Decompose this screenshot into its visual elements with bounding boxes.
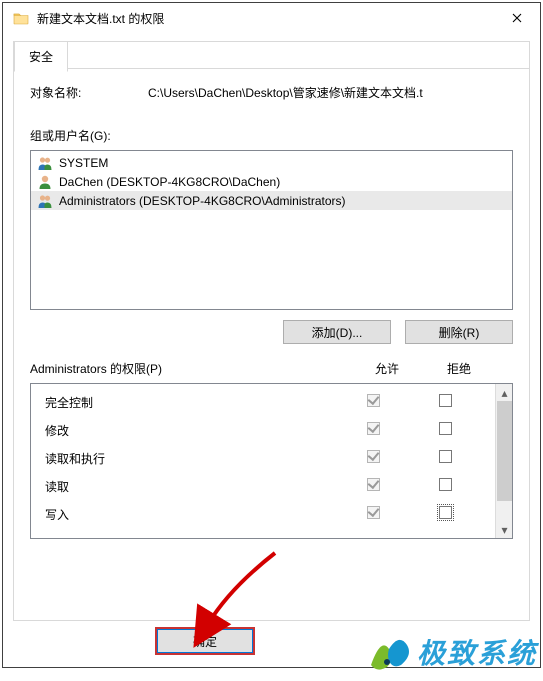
- permissions-title: Administrators 的权限(P): [30, 360, 351, 377]
- scroll-down-icon[interactable]: ▾: [496, 521, 513, 538]
- watermark-text: 极致系统: [417, 632, 537, 672]
- object-name-label: 对象名称:: [30, 84, 148, 101]
- deny-checkbox[interactable]: [439, 506, 452, 519]
- users-icon: [37, 193, 53, 209]
- permission-name: 完全控制: [45, 394, 337, 411]
- permission-name: 读取: [45, 478, 337, 495]
- permissions-header: Administrators 的权限(P) 允许 拒绝: [30, 360, 513, 377]
- permissions-scrollbar[interactable]: ▴ ▾: [495, 384, 512, 538]
- tab-security[interactable]: 安全: [14, 41, 68, 72]
- allow-header: 允许: [351, 360, 423, 377]
- tab-content: 对象名称: C:\Users\DaChen\Desktop\管家速修\新建文本文…: [14, 42, 529, 549]
- deny-header: 拒绝: [423, 360, 495, 377]
- allow-checkbox[interactable]: [367, 422, 380, 435]
- deny-checkbox[interactable]: [439, 422, 452, 435]
- permission-name: 修改: [45, 422, 337, 439]
- watermark-logo-icon: [365, 631, 411, 673]
- allow-checkbox[interactable]: [367, 394, 380, 407]
- users-icon: [37, 155, 53, 171]
- permissions-list: 完全控制修改读取和执行读取写入: [31, 384, 495, 538]
- list-item[interactable]: DaChen (DESKTOP-4KG8CRO\DaChen): [31, 172, 512, 191]
- allow-checkbox[interactable]: [367, 506, 380, 519]
- ok-button[interactable]: 确定: [155, 627, 255, 655]
- list-item[interactable]: SYSTEM: [31, 153, 512, 172]
- permission-row: 完全控制: [31, 388, 495, 416]
- folder-icon: [13, 11, 29, 25]
- close-icon: [512, 13, 522, 23]
- permission-row: 写入: [31, 500, 495, 528]
- scroll-header-spacer: [495, 360, 513, 377]
- groups-label: 组或用户名(G):: [30, 127, 513, 144]
- titlebar: 新建文本文档.txt 的权限: [3, 3, 540, 33]
- deny-checkbox[interactable]: [439, 478, 452, 491]
- permission-row: 读取: [31, 472, 495, 500]
- allow-checkbox[interactable]: [367, 478, 380, 491]
- permission-row: 读取和执行: [31, 444, 495, 472]
- tab-strip-line: [14, 68, 529, 69]
- deny-checkbox[interactable]: [439, 450, 452, 463]
- groups-listbox[interactable]: SYSTEM DaChen (DESKTOP-4KG8CRO\DaChen) Adm…: [30, 150, 513, 310]
- permission-name: 写入: [45, 506, 337, 523]
- client-area: 安全 对象名称: C:\Users\DaChen\Desktop\管家速修\新建…: [3, 33, 540, 667]
- remove-button[interactable]: 删除(R): [405, 320, 513, 344]
- window-title: 新建文本文档.txt 的权限: [37, 10, 494, 27]
- list-item-label: SYSTEM: [59, 156, 108, 170]
- list-item-label: DaChen (DESKTOP-4KG8CRO\DaChen): [59, 175, 280, 189]
- list-item-label: Administrators (DESKTOP-4KG8CRO\Administ…: [59, 194, 346, 208]
- object-name-row: 对象名称: C:\Users\DaChen\Desktop\管家速修\新建文本文…: [30, 84, 513, 101]
- group-buttons-row: 添加(D)... 删除(R): [30, 320, 513, 344]
- object-name-path: C:\Users\DaChen\Desktop\管家速修\新建文本文档.t: [148, 84, 513, 101]
- permission-name: 读取和执行: [45, 450, 337, 467]
- scroll-up-icon[interactable]: ▴: [496, 384, 513, 401]
- permissions-dialog: 新建文本文档.txt 的权限 安全 对象名称: C:\Users\DaChen\…: [2, 2, 541, 668]
- add-button[interactable]: 添加(D)...: [283, 320, 391, 344]
- permissions-box: 完全控制修改读取和执行读取写入 ▴ ▾: [30, 383, 513, 539]
- user-icon: [37, 174, 53, 190]
- list-item[interactable]: Administrators (DESKTOP-4KG8CRO\Administ…: [31, 191, 512, 210]
- watermark: 极致系统: [365, 631, 537, 673]
- allow-checkbox[interactable]: [367, 450, 380, 463]
- permission-row: 修改: [31, 416, 495, 444]
- deny-checkbox[interactable]: [439, 394, 452, 407]
- scroll-thumb[interactable]: [497, 401, 512, 501]
- close-button[interactable]: [494, 3, 540, 33]
- tab-frame: 安全 对象名称: C:\Users\DaChen\Desktop\管家速修\新建…: [13, 41, 530, 621]
